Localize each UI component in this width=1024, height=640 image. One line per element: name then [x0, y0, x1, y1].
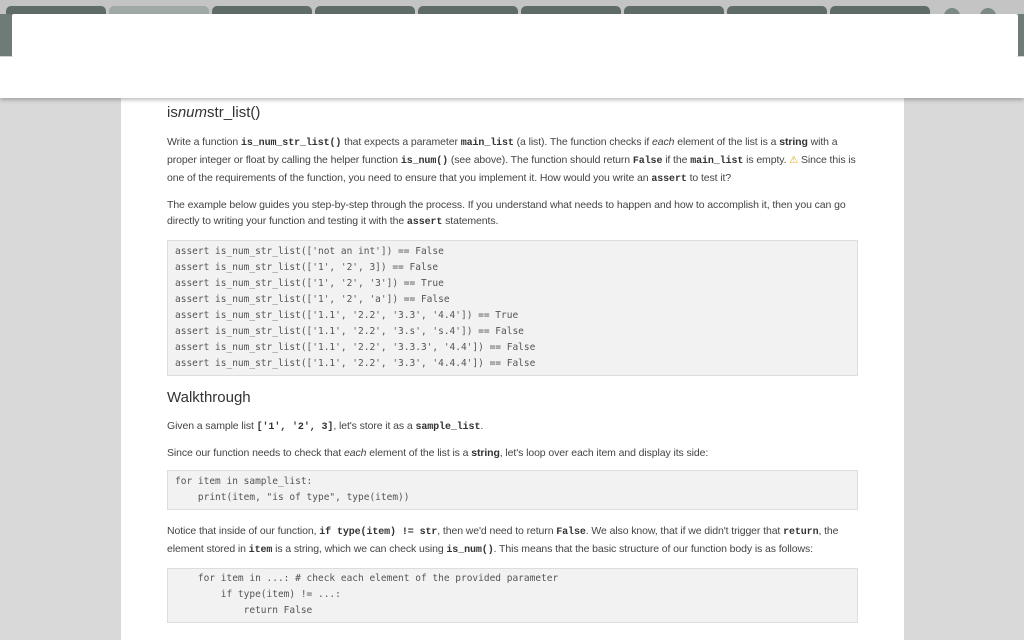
code-line: assert is_num_str_list(['1', '2', '3']) …	[175, 278, 444, 289]
code-line: for item in ...: # check each element of…	[175, 573, 559, 584]
browser-tab[interactable]	[727, 6, 827, 14]
site-header	[0, 57, 1024, 98]
assert-code-block: assert is_num_str_list(['not an int']) =…	[167, 240, 858, 376]
code-line: assert is_num_str_list(['1.1', '2.2', '3…	[175, 358, 536, 369]
overlay-popup	[12, 14, 1018, 57]
example-paragraph: The example below guides you step-by-ste…	[167, 199, 846, 228]
browser-tab[interactable]	[418, 6, 518, 14]
browser-tab[interactable]	[521, 6, 621, 14]
browser-tab[interactable]	[212, 6, 312, 14]
code-line: assert is_num_str_list(['1', '2', 3]) ==…	[175, 262, 439, 273]
walkthrough-paragraph-1: Given a sample list ['1', '2', 3], let's…	[167, 420, 484, 433]
structure-code-block: for item in ...: # check each element of…	[167, 568, 858, 623]
code-line: assert is_num_str_list(['1', '2', 'a']) …	[175, 294, 450, 305]
code-line: assert is_num_str_list(['1.1', '2.2', '3…	[175, 342, 536, 353]
code-line: for item in sample_list:	[175, 476, 313, 487]
browser-tab[interactable]	[315, 6, 415, 14]
code-line: assert is_num_str_list(['not an int']) =…	[175, 246, 444, 257]
code-line: assert is_num_str_list(['1.1', '2.2', '3…	[175, 310, 519, 321]
walkthrough-paragraph-3: Notice that inside of our function, if t…	[167, 525, 839, 556]
code-line: print(item, "is of type", type(item))	[175, 492, 410, 503]
code-line: assert is_num_str_list(['1.1', '2.2', '3…	[175, 326, 524, 337]
intro-paragraph: Write a function is_num_str_list() that …	[167, 136, 856, 185]
code-line: if type(item) != ...:	[175, 589, 341, 600]
content-page: isnumstr_list() Write a function is_num_…	[121, 98, 904, 640]
loop-code-block: for item in sample_list: print(item, "is…	[167, 470, 858, 510]
warning-icon: ⚠	[789, 155, 799, 166]
browser-tab[interactable]	[6, 6, 106, 14]
tab-strip	[0, 0, 1024, 14]
browser-tab-active[interactable]	[109, 6, 209, 14]
browser-tab[interactable]	[624, 6, 724, 14]
walkthrough-heading: Walkthrough	[167, 389, 251, 406]
walkthrough-paragraph-2: Since our function needs to check that e…	[167, 447, 709, 459]
browser-tab[interactable]	[830, 6, 930, 14]
section-title: isnumstr_list()	[167, 104, 261, 121]
code-line: return False	[175, 605, 313, 616]
